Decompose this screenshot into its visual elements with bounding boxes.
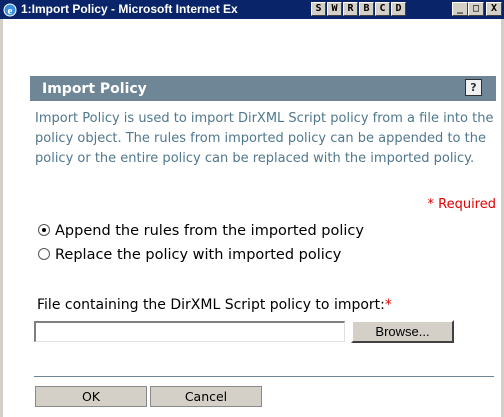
dialog-title: Import Policy [42,81,147,97]
append-rules-option[interactable]: Append the rules from the imported polic… [38,220,364,242]
toolbar-button-c[interactable]: C [375,2,390,16]
window-title-bar[interactable]: e 1:Import Policy - Microsoft Internet E… [0,0,504,19]
file-field-label: File containing the DirXML Script policy… [37,295,392,315]
replace-radio[interactable] [38,248,50,260]
toolbar-button-b[interactable]: B [359,2,374,16]
divider [34,376,494,377]
help-icon[interactable]: ? [465,79,482,96]
close-button[interactable]: X [486,2,502,16]
minimize-button[interactable]: _ [452,2,468,16]
toolbar-button-s[interactable]: S [311,2,326,16]
file-label-text: File containing the DirXML Script policy… [37,297,385,313]
svg-text:e: e [8,5,13,17]
maximize-button[interactable]: □ [468,2,484,16]
file-path-input[interactable] [34,321,345,342]
append-radio[interactable] [38,224,50,236]
window-title: 1:Import Policy - Microsoft Internet Ex [21,2,238,16]
toolbar-button-d[interactable]: D [391,2,406,16]
append-label: Append the rules from the imported polic… [55,223,364,239]
replace-label: Replace the policy with imported policy [55,247,342,263]
cancel-button[interactable]: Cancel [150,386,262,407]
required-note: * Required [427,197,497,212]
browse-button[interactable]: Browse... [351,320,454,343]
replace-policy-option[interactable]: Replace the policy with imported policy [38,244,341,266]
ok-button[interactable]: OK [35,386,147,407]
toolbar-button-w[interactable]: W [327,2,342,16]
description-text: Import Policy is used to import DirXML S… [35,111,494,166]
internet-explorer-icon: e [3,3,17,17]
toolbar-button-r[interactable]: R [343,2,358,16]
required-star: * [384,297,392,313]
